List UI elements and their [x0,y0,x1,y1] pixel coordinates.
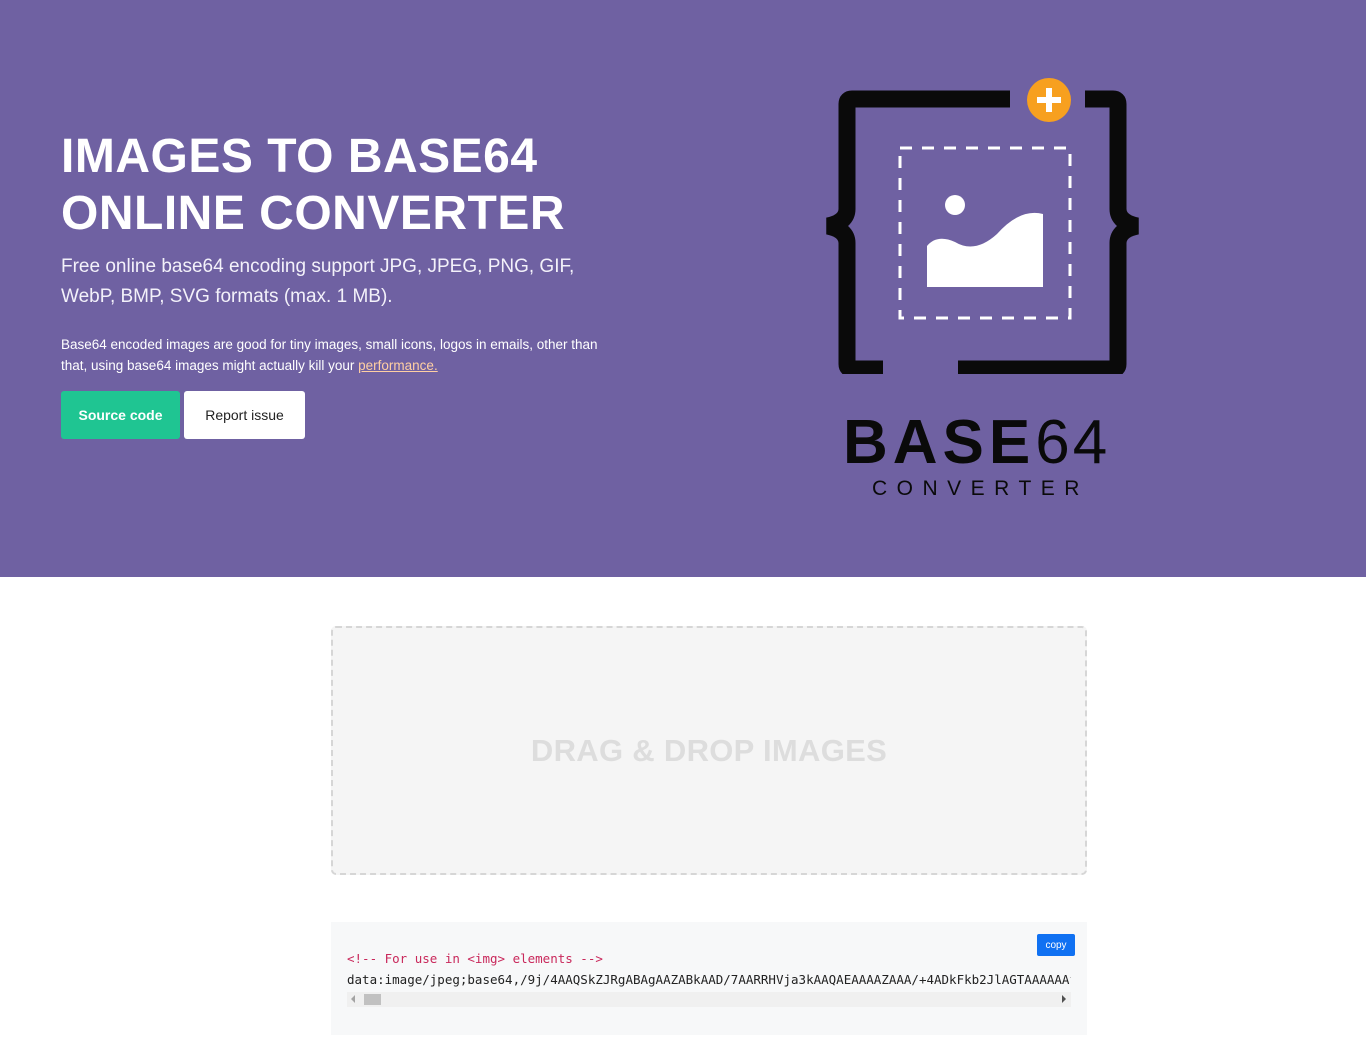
image-icon [927,195,1043,287]
logo-subword: CONVERTER [872,477,1089,500]
base64-output-box: copy <!-- For use in <img> elements --> … [331,922,1087,1035]
performance-link[interactable]: performance. [358,358,438,373]
copy-button[interactable]: copy [1037,934,1075,956]
hero-section: IMAGES TO BASE64 ONLINE CONVERTER Free o… [0,0,1366,577]
image-dropzone[interactable]: DRAG & DROP IMAGES [331,626,1087,875]
right-brace-shape [958,90,1140,374]
page-title: IMAGES TO BASE64 ONLINE CONVERTER [61,130,566,240]
base64-logo-graphic [825,78,1140,374]
plus-icon [1027,78,1071,122]
hero-description-text: Base64 encoded images are good for tiny … [61,337,598,373]
dropzone-label: DRAG & DROP IMAGES [530,732,888,768]
hero-description: Base64 encoded images are good for tiny … [61,334,601,376]
base64-output-text[interactable]: data:image/jpeg;base64,/9j/4AAQSkZJRgABA… [347,972,1071,987]
horizontal-scrollbar[interactable] [347,992,1071,1007]
left-brace-shape [825,90,1010,374]
scrollbar-thumb[interactable] [364,994,381,1005]
scroll-right-arrow-icon[interactable] [1062,995,1066,1003]
logo-wordmark: BASE64 [843,406,1143,480]
source-code-button[interactable]: Source code [61,391,180,439]
scroll-left-arrow-icon[interactable] [351,995,355,1003]
logo-word-light: 64 [1035,408,1111,477]
report-issue-button[interactable]: Report issue [184,391,305,439]
hero-subtitle: Free online base64 encoding support JPG,… [61,256,575,307]
code-comment: <!-- For use in <img> elements --> [347,951,603,966]
logo-word-bold: BASE [843,408,1036,477]
dashed-frame [898,146,1072,320]
